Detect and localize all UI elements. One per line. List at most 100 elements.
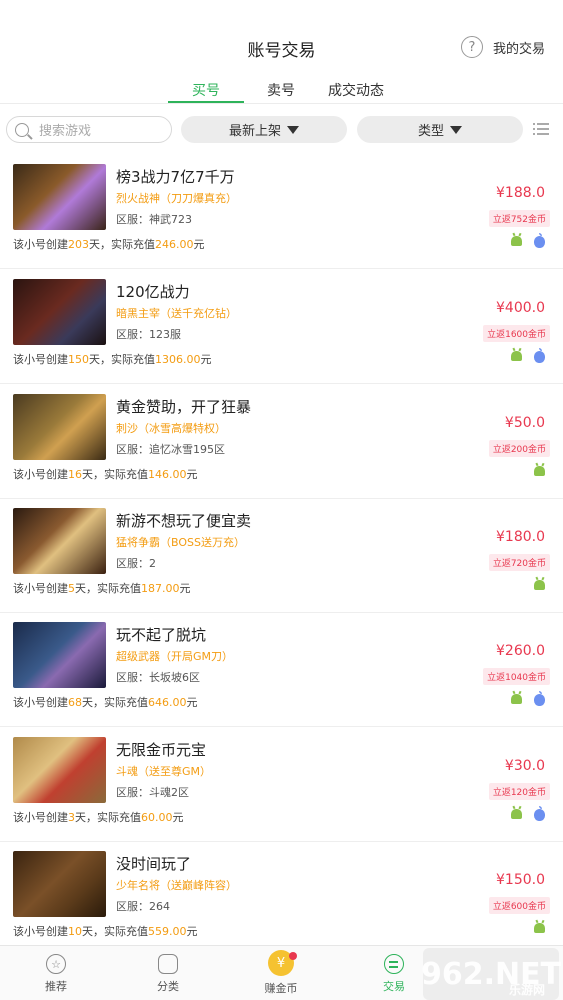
listing-account-info: 该小号创建68天，实际充值646.00元 [13, 694, 198, 710]
listing-game: 暗黑主宰（送千充亿钻） [116, 307, 237, 320]
info-suffix: 元 [172, 811, 184, 824]
rebate-badge: 立返200金币 [488, 440, 550, 457]
listing-price: ¥400.0 [496, 300, 545, 316]
listing-price: ¥50.0 [504, 415, 545, 431]
info-suffix: 元 [186, 925, 198, 938]
info-middle: 天，实际充值 [75, 582, 141, 595]
android-icon [511, 809, 522, 819]
recharge-amount: 646.00 [148, 696, 187, 709]
rebate-badge: 立返752金币 [488, 210, 550, 227]
account-days: 16 [68, 468, 82, 481]
listing-game: 超级武器（开局GM刀） [116, 650, 234, 663]
listing-item[interactable]: 120亿战力 暗黑主宰（送千充亿钻） 区服：123服 该小号创建150天，实际充值13… [0, 269, 563, 384]
type-dropdown[interactable]: 类型 [357, 116, 523, 143]
listing-title: 榜3战力7亿7千万 [116, 168, 235, 186]
rebate-badge: 立返1600金币 [483, 325, 550, 342]
listing-title: 黄金赞助，开了狂暴 [116, 398, 252, 416]
list-view-icon[interactable] [533, 122, 549, 136]
listing-game: 刺沙（冰雪高爆特权） [116, 422, 226, 435]
info-middle: 天，实际充值 [82, 468, 148, 481]
nav-label: 分类 [157, 980, 179, 993]
platform-icons [511, 806, 545, 821]
rebate-badge: 立返1040金币 [483, 668, 550, 685]
info-suffix: 元 [186, 696, 198, 709]
listing-account-info: 该小号创建3天，实际充值60.00元 [13, 809, 184, 825]
info-suffix: 元 [179, 582, 191, 595]
info-prefix: 该小号创建 [13, 811, 68, 824]
header: 账号交易 ? 我的交易 [0, 0, 563, 72]
listing-account-info: 该小号创建16天，实际充值146.00元 [13, 466, 198, 482]
tab-deal-news[interactable]: 成交动态 [320, 80, 392, 100]
listing-item[interactable]: 无限金币元宝 斗魂（送至尊GM） 区服：斗魂2区 该小号创建3天，实际充值60.00元… [0, 727, 563, 842]
account-days: 3 [68, 811, 75, 824]
listing-item[interactable]: 没时间玩了 少年名将（送巅峰阵容） 区服：264 该小号创建10天，实际充值559.0… [0, 841, 563, 956]
listing-game: 猛将争霸（BOSS送万充） [116, 536, 245, 549]
account-days: 68 [68, 696, 82, 709]
recharge-amount: 246.00 [155, 238, 194, 251]
android-icon [534, 580, 545, 590]
listing-price: ¥260.0 [496, 643, 545, 659]
listing-account-info: 该小号创建203天，实际充值246.00元 [13, 236, 205, 252]
listing-item[interactable]: 榜3战力7亿7千万 烈火战神（刀刀爆真充） 区服：神武723 该小号创建203天，实际… [0, 154, 563, 269]
listing-price: ¥150.0 [496, 872, 545, 888]
info-prefix: 该小号创建 [13, 696, 68, 709]
search-icon [15, 122, 29, 137]
nav-recommend[interactable]: ☆ 推荐 [16, 950, 96, 994]
recharge-amount: 559.00 [148, 925, 187, 938]
listing-server: 区服：264 [116, 900, 170, 913]
tab-buy[interactable]: 买号 [168, 80, 244, 100]
listing-title: 120亿战力 [116, 283, 190, 301]
bottom-nav: ☆ 推荐 分类 ¥ 赚金币 交易 962.NET 乐游网 [0, 945, 563, 1000]
listing-server: 区服：神武723 [116, 213, 192, 226]
listing-server: 区服：2 [116, 557, 156, 570]
type-label: 类型 [417, 124, 444, 139]
listing-title: 玩不起了脱坑 [116, 626, 207, 644]
tab-bar: 买号 卖号 成交动态 [0, 72, 563, 104]
listing-server: 区服：追忆冰雪195区 [116, 443, 225, 456]
recharge-amount: 1306.00 [155, 353, 201, 366]
info-prefix: 该小号创建 [13, 468, 68, 481]
info-suffix: 元 [193, 238, 205, 251]
info-suffix: 元 [200, 353, 212, 366]
platform-icons [511, 691, 545, 706]
listing-account-info: 该小号创建150天，实际充值1306.00元 [13, 351, 212, 367]
search-input[interactable]: 搜索游戏 [6, 116, 172, 143]
caret-down-icon [450, 125, 462, 134]
account-days: 10 [68, 925, 82, 938]
game-thumbnail [13, 394, 106, 460]
android-icon [534, 466, 545, 476]
watermark-logo: 962.NET 乐游网 [421, 948, 561, 1000]
nav-label: 推荐 [45, 980, 67, 993]
info-prefix: 该小号创建 [13, 925, 68, 938]
nav-category[interactable]: 分类 [128, 950, 208, 994]
sort-dropdown[interactable]: 最新上架 [181, 116, 347, 143]
recharge-amount: 146.00 [148, 468, 187, 481]
game-thumbnail [13, 508, 106, 574]
android-icon [511, 236, 522, 246]
help-icon[interactable]: ? [460, 36, 483, 58]
listing-item[interactable]: 新游不想玩了便宜卖 猛将争霸（BOSS送万充） 区服：2 该小号创建5天，实际充值18… [0, 498, 563, 613]
star-icon: ☆ [46, 954, 66, 974]
my-trade-link[interactable]: ? 我的交易 [460, 36, 545, 58]
apple-icon [534, 806, 545, 821]
listing-item[interactable]: 黄金赞助，开了狂暴刺沙（冰雪高爆特权） 区服：追忆冰雪195区该小号创建16天，实… [0, 384, 563, 499]
apple-icon [534, 348, 545, 363]
platform-icons [511, 348, 545, 363]
rebate-badge: 立返600金币 [488, 897, 550, 914]
category-icon [158, 954, 178, 974]
platform-icons [534, 580, 545, 590]
trade-icon [384, 954, 404, 974]
search-placeholder: 搜索游戏 [39, 124, 92, 139]
info-middle: 天，实际充值 [82, 696, 148, 709]
info-middle: 天，实际充值 [82, 925, 148, 938]
apple-icon [534, 233, 545, 248]
tab-sell[interactable]: 卖号 [253, 80, 309, 100]
game-thumbnail [13, 737, 106, 803]
filter-bar: 搜索游戏 最新上架 类型 [0, 114, 563, 146]
info-suffix: 元 [186, 468, 198, 481]
listing-price: ¥188.0 [496, 185, 545, 201]
sort-label: 最新上架 [228, 124, 281, 139]
listing-item[interactable]: 玩不起了脱坑 超级武器（开局GM刀） 区服：长坂坡6区 该小号创建68天，实际充值64… [0, 612, 563, 727]
nav-earn-coins[interactable]: ¥ 赚金币 [241, 950, 321, 996]
my-trade-label[interactable]: 我的交易 [493, 38, 545, 57]
